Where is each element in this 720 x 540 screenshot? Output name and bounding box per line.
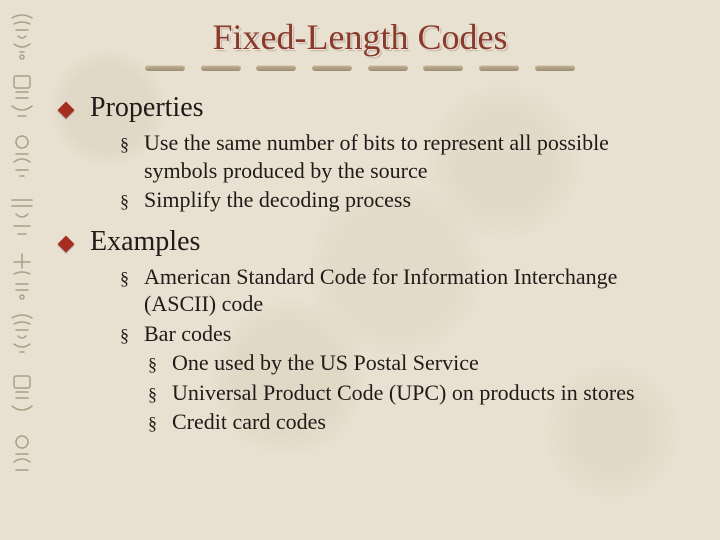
slide-title: Fixed-Length Codes <box>0 0 720 72</box>
section-examples: Examples § American Standard Code for In… <box>60 224 680 436</box>
square-bullet-icon: § <box>120 133 144 156</box>
list-item: § Universal Product Code (UPC) on produc… <box>148 379 680 407</box>
list-item: § Use the same number of bits to represe… <box>120 129 680 184</box>
square-bullet-icon: § <box>148 383 172 406</box>
list-item: § Bar codes § One used by the US Postal … <box>120 320 680 436</box>
list-item-text: Bar codes <box>144 320 231 348</box>
section-heading: Properties <box>90 90 204 125</box>
glyph-icon <box>6 430 38 482</box>
diamond-bullet-icon <box>60 238 90 250</box>
square-bullet-icon: § <box>148 412 172 435</box>
square-bullet-icon: § <box>120 190 144 213</box>
list-item-text: Use the same number of bits to represent… <box>144 129 680 184</box>
list-item: § Simplify the decoding process <box>120 186 680 214</box>
slide-body: Properties § Use the same number of bits… <box>0 72 720 436</box>
list-item-text: Simplify the decoding process <box>144 186 411 214</box>
square-bullet-icon: § <box>120 324 144 347</box>
list-item-text: Universal Product Code (UPC) on products… <box>172 379 635 407</box>
diamond-bullet-icon <box>60 104 90 116</box>
list-item-text: One used by the US Postal Service <box>172 349 479 377</box>
square-bullet-icon: § <box>120 267 144 290</box>
list-item: § American Standard Code for Information… <box>120 263 680 318</box>
section-heading: Examples <box>90 224 200 259</box>
square-bullet-icon: § <box>148 353 172 376</box>
list-item-text: Credit card codes <box>172 408 326 436</box>
list-item: § One used by the US Postal Service <box>148 349 680 377</box>
list-item-text: American Standard Code for Information I… <box>144 263 680 318</box>
list-item: § Credit card codes <box>148 408 680 436</box>
section-properties: Properties § Use the same number of bits… <box>60 90 680 214</box>
slide-title-text: Fixed-Length Codes <box>213 17 508 57</box>
title-divider <box>145 64 575 72</box>
